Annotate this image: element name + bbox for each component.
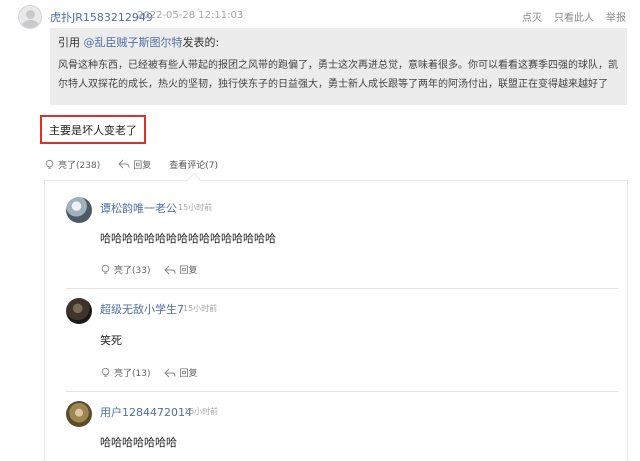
post-action-bar: 亮了(238) 回复 查看评论(7) [44, 156, 236, 172]
reply-label: 回复 [133, 160, 152, 171]
quote-block: 引用 @乱臣贼子斯图尔特发表的: 风骨这种东西，已经被有些人带起的报团之风带的跑… [50, 28, 627, 105]
reply-arrow-icon [164, 265, 176, 274]
comment-light-button[interactable]: 亮了(33) [100, 263, 150, 276]
lightbulb-icon [101, 367, 110, 377]
quote-line: 风骨这种东西，已经被有些人带起的报团之风带的跑偏了，勇士这次再进总觉，意味着很多… [58, 60, 618, 71]
quoted-user-link[interactable]: @乱臣贼子斯图尔特 [84, 36, 183, 49]
light-button[interactable]: 亮了(238) [44, 158, 100, 171]
reply-button[interactable]: 回复 [118, 158, 151, 171]
comment-actions: 亮了(13) 回复 [100, 366, 212, 379]
reply-text: 主要是坏人变老了 [49, 124, 137, 137]
commenter-avatar[interactable] [66, 197, 92, 223]
comment-text: 哈哈哈哈哈哈哈 [100, 436, 177, 449]
commenter-avatar[interactable] [66, 401, 92, 427]
lightbulb-icon [45, 159, 54, 169]
quote-suffix: 发表的: [182, 36, 220, 49]
comment-time: 15小时前 [184, 407, 219, 416]
comment-time: 15小时前 [178, 203, 213, 212]
comment-light-count: 亮了(13) [114, 369, 151, 379]
post-header: 虎扑JR1583212949 2022-05-28 12:11:03 点灭 只看… [18, 5, 628, 29]
post-time: 2022-05-28 12:11:03 [137, 10, 244, 21]
lightbulb-icon [101, 264, 110, 274]
commenter-name[interactable]: 超级无敌小学生7 [100, 301, 184, 317]
comment-actions: 亮了(33) 回复 [100, 263, 212, 276]
quote-line: 尔特人双探花的成长，热火的坚韧，独行侠东子的日益强大，勇士新人成长跟等了两年的阿… [58, 79, 608, 90]
comment-time: 15小时前 [183, 304, 218, 313]
comment-light-button[interactable]: 亮了(13) [100, 366, 150, 379]
dislike-link[interactable]: 点灭 [522, 9, 542, 24]
quote-body: 风骨这种东西，已经被有些人带起的报团之风带的跑偏了，勇士这次再进总觉，意味着很多… [58, 56, 619, 94]
view-comments-label: 查看评论(7) [169, 160, 218, 171]
commenter-name[interactable]: 谭松韵唯一老公 [100, 200, 177, 216]
report-link[interactable]: 举报 [606, 9, 626, 24]
comment-text: 哈哈哈哈哈哈哈哈哈哈哈哈哈哈哈哈 [100, 232, 276, 245]
comment-light-count: 亮了(33) [114, 266, 151, 276]
reply-arrow-icon [118, 159, 130, 169]
comment-page: 虎扑JR1583212949 2022-05-28 12:11:03 点灭 只看… [0, 0, 640, 461]
comment-text: 笑死 [100, 334, 122, 347]
view-comments-button[interactable]: 查看评论(7) [169, 158, 218, 171]
commenter-avatar[interactable] [66, 298, 92, 324]
quote-header: 引用 @乱臣贼子斯图尔特发表的: [58, 35, 619, 50]
commenter-name[interactable]: 用户1284472014 [100, 404, 192, 420]
quote-prefix: 引用 [58, 36, 84, 49]
post-header-actions: 点灭 只看此人 举报 [522, 9, 626, 24]
comment-divider [66, 288, 618, 289]
comment-divider [66, 391, 618, 392]
comment-reply-button[interactable]: 回复 [164, 366, 198, 379]
only-this-user-link[interactable]: 只看此人 [554, 9, 594, 24]
light-count: 亮了(238) [58, 160, 101, 171]
comment-reply-label: 回复 [179, 266, 198, 276]
comment-reply-label: 回复 [179, 369, 198, 379]
author-avatar[interactable] [18, 5, 42, 29]
reply-arrow-icon [164, 368, 176, 377]
comment-reply-button[interactable]: 回复 [164, 263, 198, 276]
